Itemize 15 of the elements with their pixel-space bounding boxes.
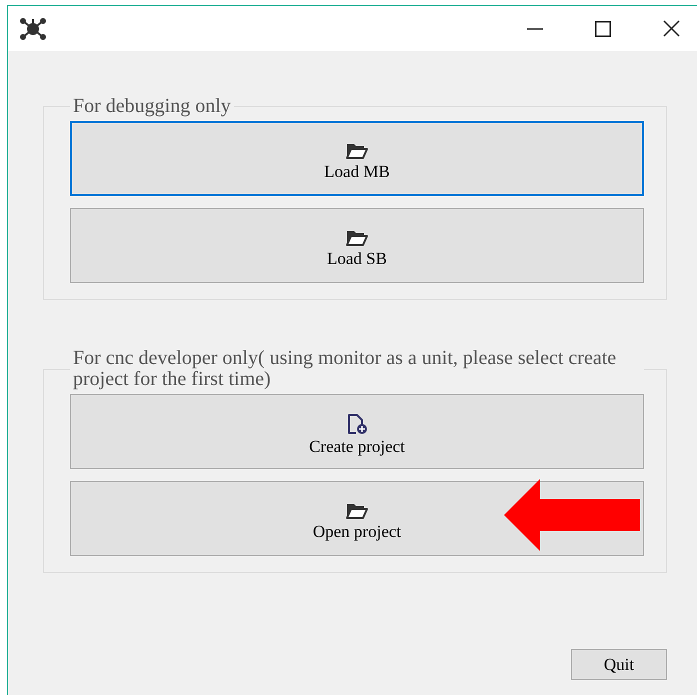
action-button[interactable]: Load SB <box>70 208 644 283</box>
minimize-icon[interactable] <box>527 28 543 30</box>
network-node-icon <box>20 16 46 40</box>
group-label: For debugging only <box>72 96 232 117</box>
new-file-icon <box>346 412 368 434</box>
maximize-icon[interactable] <box>595 20 611 36</box>
action-button[interactable]: Open project <box>70 481 644 556</box>
action-button[interactable]: Load MB <box>70 121 644 196</box>
close-icon[interactable] <box>663 20 680 37</box>
action-button[interactable]: Create project <box>70 394 644 469</box>
quit-button[interactable]: Quit <box>571 649 667 680</box>
folder-icon <box>346 228 368 246</box>
group-label: For cnc developer only( using monitor as a unit, please select create project for the first time) <box>72 348 618 390</box>
folder-icon <box>346 142 368 160</box>
folder-icon <box>346 502 368 520</box>
